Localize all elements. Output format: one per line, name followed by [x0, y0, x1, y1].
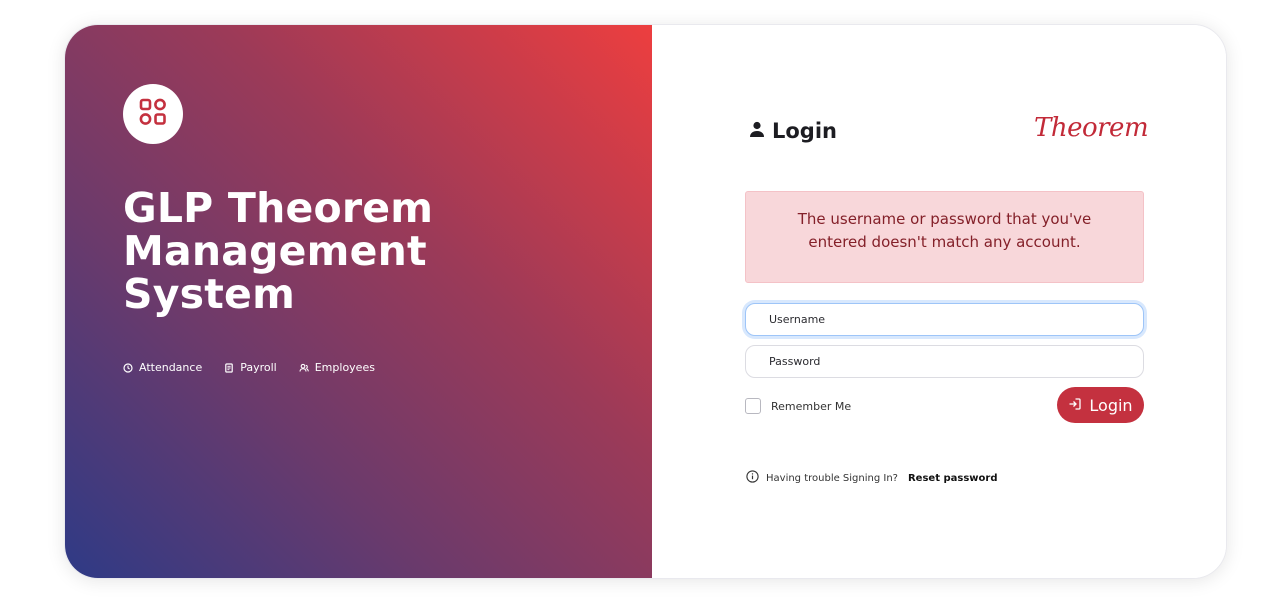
feature-employees: Employees	[299, 361, 375, 374]
brand-title-line: GLP Theorem	[123, 184, 434, 232]
login-button[interactable]: Login	[1057, 387, 1144, 423]
feature-payroll: Payroll	[224, 361, 277, 374]
login-card: GLP Theorem Management System Attendance…	[64, 24, 1227, 579]
login-button-label: Login	[1089, 395, 1133, 415]
brand-title-line: System	[123, 270, 295, 318]
reset-password-link[interactable]: Reset password	[908, 473, 998, 484]
feature-list: Attendance Payroll Employees	[123, 361, 375, 374]
brand-title-line: Management	[123, 227, 427, 275]
error-alert: The username or password that you've ent…	[745, 191, 1144, 283]
feature-label: Attendance	[139, 361, 203, 374]
grid-shapes-icon	[138, 97, 168, 132]
remember-me-label: Remember Me	[771, 399, 852, 413]
trouble-text: Having trouble Signing In?	[766, 472, 898, 484]
clock-icon	[123, 362, 133, 373]
remember-me-checkbox[interactable]	[745, 398, 761, 414]
info-icon	[746, 470, 759, 486]
theorem-logo: Theorem	[1034, 113, 1149, 143]
password-input[interactable]	[745, 345, 1144, 378]
brand-logo	[123, 84, 183, 144]
theorem-logo-text: Theorem	[1034, 113, 1149, 143]
feature-label: Employees	[314, 361, 375, 374]
user-icon	[748, 119, 766, 143]
username-input[interactable]	[745, 303, 1144, 336]
feature-label: Payroll	[240, 361, 277, 374]
users-icon	[299, 363, 309, 373]
receipt-icon	[224, 362, 234, 373]
login-heading-text: Login	[772, 119, 837, 143]
remember-me[interactable]: Remember Me	[745, 398, 851, 414]
brand-title: GLP Theorem Management System	[123, 187, 543, 316]
feature-attendance: Attendance	[123, 361, 202, 374]
trouble-signing-in: Having trouble Signing In? Reset passwor…	[746, 470, 997, 486]
login-panel: Login Theorem The username or password t…	[652, 25, 1226, 578]
sign-in-icon	[1068, 396, 1082, 415]
login-heading: Login	[748, 119, 837, 143]
brand-panel: GLP Theorem Management System Attendance…	[65, 25, 652, 578]
